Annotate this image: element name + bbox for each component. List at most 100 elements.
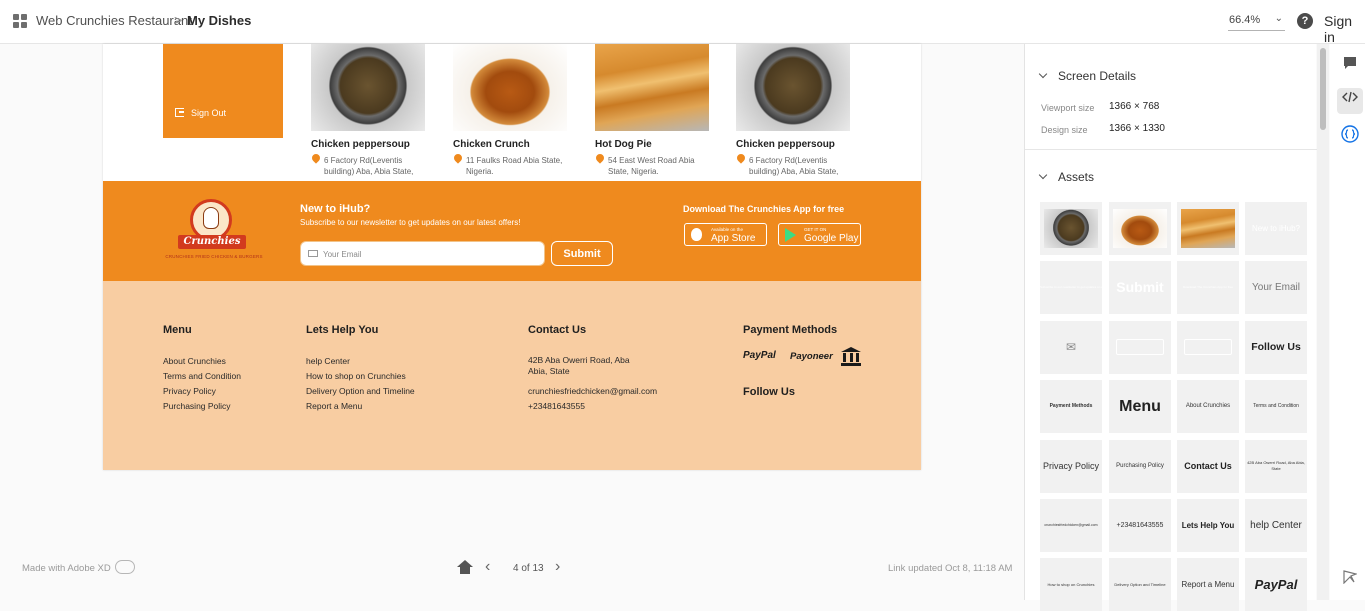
asset-tile[interactable]: Follow Us: [1245, 321, 1307, 374]
asset-tile[interactable]: How to shop on Crunchies: [1040, 558, 1102, 611]
previous-screen-button[interactable]: ‹: [485, 558, 490, 576]
variables-icon[interactable]: [1337, 125, 1363, 151]
asset-tile[interactable]: 42B Aba Owerri Road, Aba Abia, State: [1245, 440, 1307, 493]
chevron-down-icon: [1038, 69, 1048, 79]
asset-text: Your Email: [1252, 282, 1300, 293]
asset-tile[interactable]: Subscribe to our newsletter to get updat…: [1040, 261, 1102, 314]
footer-link[interactable]: Purchasing Policy: [163, 401, 231, 411]
footer-link[interactable]: Privacy Policy: [163, 386, 216, 396]
newsletter-subtitle: Subscribe to our newsletter to get updat…: [300, 218, 521, 227]
assets-header[interactable]: Assets: [1038, 170, 1094, 184]
asset-image: [1113, 209, 1167, 248]
asset-text: Terms and Condition: [1253, 403, 1299, 409]
asset-tile[interactable]: [1177, 202, 1239, 255]
footer-link[interactable]: Terms and Condition: [163, 371, 241, 381]
zoom-select[interactable]: 66.4% ⌄: [1228, 13, 1285, 31]
dish-address: 6 Factory Rd(Leventis building) Aba, Abi…: [749, 156, 839, 176]
chevron-down-icon: [1038, 170, 1048, 180]
sign-in-link[interactable]: Sign in: [1324, 13, 1365, 45]
asset-text: New to iHub?: [1251, 224, 1301, 233]
asset-tile[interactable]: crunchiesfriedchicken@gmail.com: [1040, 499, 1102, 552]
asset-text: help Center: [1250, 520, 1302, 531]
footer-section: Menu About Crunchies Terms and Condition…: [103, 281, 921, 470]
asset-tile[interactable]: Contact Us: [1177, 440, 1239, 493]
asset-tile[interactable]: [1177, 321, 1239, 374]
sign-out-button[interactable]: Sign Out: [175, 108, 226, 118]
dish-name: Chicken Crunch: [453, 139, 530, 150]
asset-tile[interactable]: Delivery Option and Timeline: [1109, 558, 1171, 611]
asset-tile[interactable]: About Crunchies: [1177, 380, 1239, 433]
asset-tile[interactable]: Report a Menu: [1177, 558, 1239, 611]
asset-tile[interactable]: Lets Help You: [1177, 499, 1239, 552]
asset-text: Payment Methods: [1049, 403, 1093, 409]
chevron-down-icon: ⌄: [1274, 13, 1283, 24]
comment-icon[interactable]: [1337, 54, 1363, 80]
newsletter-title: New to iHub?: [300, 203, 371, 215]
grid-menu-icon[interactable]: [13, 14, 27, 28]
location-pin-icon: [594, 152, 606, 164]
footer-follow-title: Follow Us: [743, 386, 795, 398]
asset-text: Submit: [1116, 279, 1164, 295]
paypal-logo: PayPal: [743, 350, 776, 361]
code-inspect-icon[interactable]: [1337, 88, 1363, 114]
screen-details-header[interactable]: Screen Details: [1038, 69, 1136, 83]
help-icon[interactable]: ?: [1297, 13, 1313, 29]
asset-text: Download The Crunchies App for free: [1183, 285, 1233, 289]
asset-tile[interactable]: Your Email: [1245, 261, 1307, 314]
contact-email[interactable]: crunchiesfriedchicken@gmail.com: [528, 386, 657, 396]
asset-text: Menu: [1119, 398, 1161, 415]
asset-text: Lets Help You: [1181, 521, 1235, 530]
design-size-label: Design size: [1041, 125, 1088, 135]
footer-link[interactable]: How to shop on Crunchies: [306, 371, 406, 381]
asset-tile[interactable]: +23481643555: [1109, 499, 1171, 552]
asset-tile[interactable]: Payment Methods: [1040, 380, 1102, 433]
apple-icon: [1184, 339, 1232, 355]
contact-phone[interactable]: +23481643555: [528, 401, 585, 411]
asset-text: About Crunchies: [1185, 403, 1231, 409]
asset-tile[interactable]: Submit: [1109, 261, 1171, 314]
page-counter: 4 of 13: [513, 563, 544, 574]
flag-icon[interactable]: [1337, 568, 1363, 594]
viewport-size-value: 1366 × 768: [1109, 101, 1160, 112]
email-field[interactable]: [323, 246, 538, 262]
asset-tile[interactable]: Download The Crunchies App for free: [1177, 261, 1239, 314]
app-store-label: App Store: [711, 233, 756, 244]
asset-tile[interactable]: New to iHub?: [1245, 202, 1307, 255]
app-store-button[interactable]: Available on the App Store: [684, 223, 767, 246]
asset-tile[interactable]: [1109, 202, 1171, 255]
dish-image: [736, 44, 850, 131]
asset-tile[interactable]: Privacy Policy: [1040, 440, 1102, 493]
footer-help-title: Lets Help You: [306, 324, 379, 336]
google-play-button[interactable]: GET IT ON Google Play: [778, 223, 861, 246]
dish-image: [311, 44, 425, 131]
submit-button[interactable]: Submit: [551, 241, 613, 266]
mail-icon: [308, 250, 318, 257]
asset-text: +23481643555: [1116, 522, 1164, 529]
asset-text: 42B Aba Owerri Road, Aba Abia, State: [1247, 460, 1305, 471]
home-icon[interactable]: [457, 560, 473, 575]
footer-link[interactable]: Delivery Option and Timeline: [306, 386, 415, 396]
dish-name: Hot Dog Pie: [595, 139, 652, 150]
location-pin-icon: [310, 152, 322, 164]
asset-tile[interactable]: Purchasing Policy: [1109, 440, 1171, 493]
next-screen-button[interactable]: ›: [555, 558, 560, 576]
asset-tile[interactable]: Menu: [1109, 380, 1171, 433]
mail-icon: ✉: [1065, 340, 1077, 354]
asset-tile[interactable]: ✉: [1040, 321, 1102, 374]
footer-link[interactable]: help Center: [306, 356, 350, 366]
asset-tile[interactable]: [1040, 202, 1102, 255]
footer-payment-title: Payment Methods: [743, 324, 838, 336]
asset-tile[interactable]: PayPal: [1245, 558, 1307, 611]
scrollbar-thumb[interactable]: [1320, 48, 1326, 130]
payoneer-logo: Payoneer: [790, 351, 833, 362]
panel-scrollbar[interactable]: [1317, 44, 1329, 600]
footer-link[interactable]: Report a Menu: [306, 401, 362, 411]
asset-tile[interactable]: Terms and Condition: [1245, 380, 1307, 433]
asset-tile[interactable]: help Center: [1245, 499, 1307, 552]
breadcrumb-project[interactable]: Web Crunchies Restaurant: [36, 13, 192, 28]
dish-name: Chicken peppersoup: [311, 139, 410, 150]
asset-tile[interactable]: [1109, 321, 1171, 374]
asset-text: Report a Menu: [1181, 580, 1235, 589]
footer-link[interactable]: About Crunchies: [163, 356, 226, 366]
creative-cloud-icon: [115, 560, 135, 574]
